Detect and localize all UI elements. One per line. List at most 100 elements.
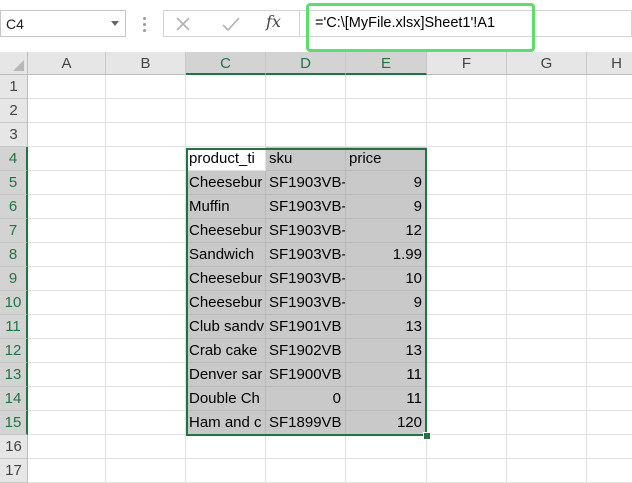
cell-b17[interactable] [106,459,186,483]
cell-h16[interactable] [587,435,632,459]
cell-b14[interactable] [106,387,186,411]
cell-a15[interactable] [28,411,106,435]
cell-d4[interactable]: sku [266,147,346,171]
row-header-8[interactable]: 8 [0,243,28,267]
column-header-g[interactable]: G [507,52,587,75]
row-header-2[interactable]: 2 [0,99,28,123]
cell-g1[interactable] [507,75,587,99]
cell-f14[interactable] [427,387,507,411]
cell-a7[interactable] [28,219,106,243]
cell-g4[interactable] [507,147,587,171]
fill-handle[interactable] [423,432,431,440]
cell-h13[interactable] [587,363,632,387]
cell-b15[interactable] [106,411,186,435]
column-header-c[interactable]: C [186,52,266,75]
cell-d12[interactable]: SF1902VB [266,339,346,363]
cell-h1[interactable] [587,75,632,99]
cell-b13[interactable] [106,363,186,387]
cell-c17[interactable] [186,459,266,483]
cell-f16[interactable] [427,435,507,459]
cell-a12[interactable] [28,339,106,363]
cell-h7[interactable] [587,219,632,243]
cell-h6[interactable] [587,195,632,219]
cell-e16[interactable] [346,435,427,459]
cell-h15[interactable] [587,411,632,435]
cell-g8[interactable] [507,243,587,267]
cell-d9[interactable]: SF1903VB- [266,267,346,291]
cell-g3[interactable] [507,123,587,147]
cell-d7[interactable]: SF1903VB- [266,219,346,243]
row-header-5[interactable]: 5 [0,171,28,195]
cell-a14[interactable] [28,387,106,411]
insert-function-button[interactable]: fx [266,12,281,31]
cell-c14[interactable]: Double Ch [186,387,266,411]
cell-f12[interactable] [427,339,507,363]
cell-c4[interactable]: product_ti [186,147,266,171]
cell-g14[interactable] [507,387,587,411]
cell-a2[interactable] [28,99,106,123]
cell-h12[interactable] [587,339,632,363]
drag-handle-icon[interactable] [143,17,146,33]
cell-b12[interactable] [106,339,186,363]
cell-d17[interactable] [266,459,346,483]
cell-a3[interactable] [28,123,106,147]
cell-b4[interactable] [106,147,186,171]
cell-h14[interactable] [587,387,632,411]
row-header-12[interactable]: 12 [0,339,28,363]
cell-d13[interactable]: SF1900VB [266,363,346,387]
cell-a5[interactable] [28,171,106,195]
cell-f15[interactable] [427,411,507,435]
cell-e12[interactable]: 13 [346,339,427,363]
cell-e8[interactable]: 1.99 [346,243,427,267]
cell-a8[interactable] [28,243,106,267]
cell-c2[interactable] [186,99,266,123]
cell-h17[interactable] [587,459,632,483]
cell-g5[interactable] [507,171,587,195]
cell-g12[interactable] [507,339,587,363]
cell-b10[interactable] [106,291,186,315]
cell-g9[interactable] [507,267,587,291]
cell-b7[interactable] [106,219,186,243]
cell-c11[interactable]: Club sandv [186,315,266,339]
cell-g6[interactable] [507,195,587,219]
cell-f11[interactable] [427,315,507,339]
cell-g11[interactable] [507,315,587,339]
cell-a10[interactable] [28,291,106,315]
cell-b3[interactable] [106,123,186,147]
cell-a17[interactable] [28,459,106,483]
cell-f1[interactable] [427,75,507,99]
column-header-e[interactable]: E [346,52,427,75]
cell-f17[interactable] [427,459,507,483]
cell-f9[interactable] [427,267,507,291]
cell-e14[interactable]: 11 [346,387,427,411]
cell-b9[interactable] [106,267,186,291]
cell-g2[interactable] [507,99,587,123]
cell-g17[interactable] [507,459,587,483]
cell-d2[interactable] [266,99,346,123]
cell-b1[interactable] [106,75,186,99]
row-header-13[interactable]: 13 [0,363,28,387]
cell-b8[interactable] [106,243,186,267]
name-box[interactable]: C4 [0,10,126,37]
row-header-1[interactable]: 1 [0,75,28,99]
cell-a4[interactable] [28,147,106,171]
cell-f2[interactable] [427,99,507,123]
cell-e2[interactable] [346,99,427,123]
cell-b5[interactable] [106,171,186,195]
chevron-down-icon[interactable] [111,21,119,26]
cell-a9[interactable] [28,267,106,291]
row-header-14[interactable]: 14 [0,387,28,411]
cell-e6[interactable]: 9 [346,195,427,219]
cell-g15[interactable] [507,411,587,435]
cell-c16[interactable] [186,435,266,459]
cell-e9[interactable]: 10 [346,267,427,291]
row-header-10[interactable]: 10 [0,291,28,315]
cell-c1[interactable] [186,75,266,99]
column-header-a[interactable]: A [28,52,106,75]
cell-b16[interactable] [106,435,186,459]
row-header-16[interactable]: 16 [0,435,28,459]
cell-h5[interactable] [587,171,632,195]
cell-f3[interactable] [427,123,507,147]
cell-a13[interactable] [28,363,106,387]
cell-f8[interactable] [427,243,507,267]
